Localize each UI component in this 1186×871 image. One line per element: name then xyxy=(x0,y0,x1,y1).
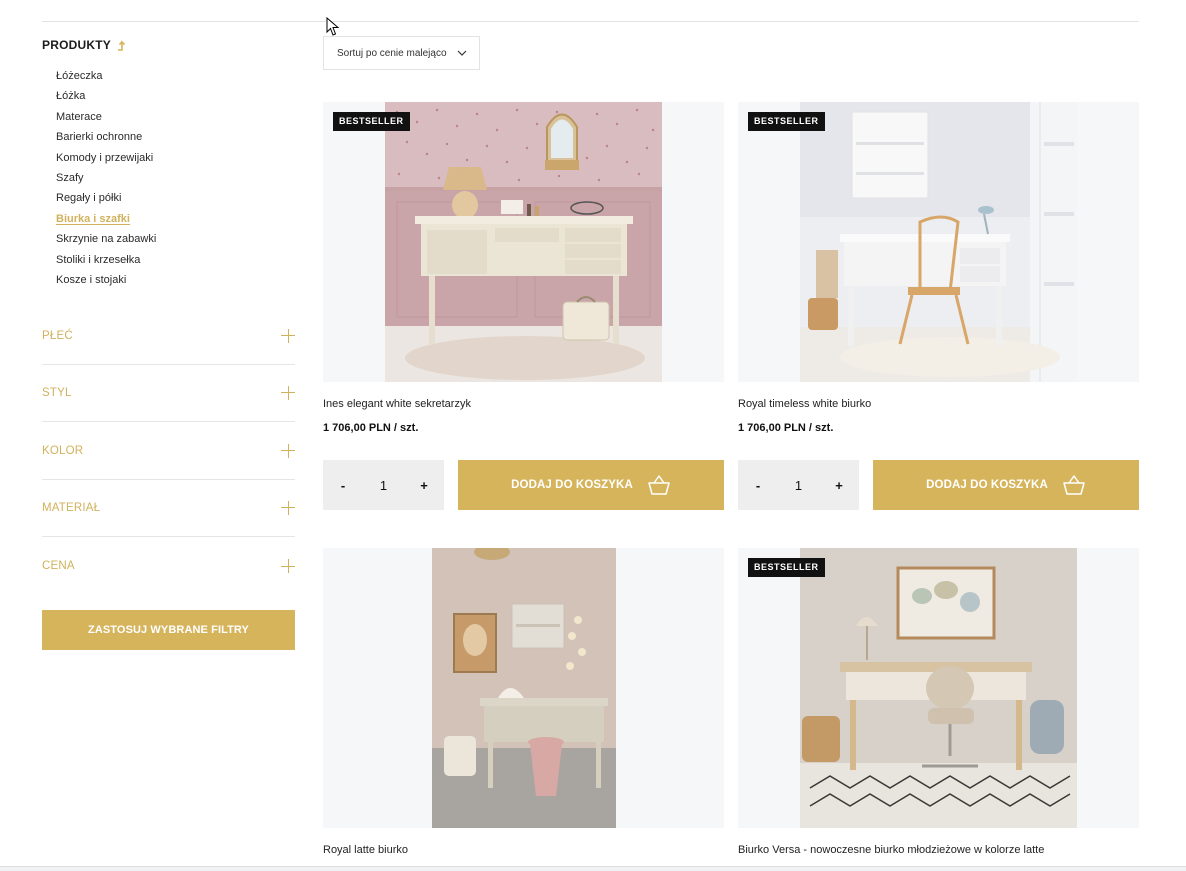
category-item-szafy[interactable]: Szafy xyxy=(56,168,295,188)
bottom-edge xyxy=(0,866,1186,871)
filter-kolor-label: KOLOR xyxy=(42,444,84,457)
add-to-cart-button[interactable]: DODAJ DO KOSZYKA xyxy=(873,460,1139,510)
basket-icon xyxy=(648,475,670,495)
filter-material[interactable]: MATERIAŁ xyxy=(42,479,295,537)
expand-plus-icon[interactable] xyxy=(281,385,295,400)
increase-quantity-button[interactable]: + xyxy=(833,478,845,493)
decrease-quantity-button[interactable]: - xyxy=(337,478,349,493)
product-card: BESTSELLER xyxy=(738,548,1139,858)
expand-plus-icon[interactable] xyxy=(281,443,295,458)
increase-quantity-button[interactable]: + xyxy=(418,478,430,493)
product-image[interactable] xyxy=(323,548,724,828)
product-actions: - 1 + DODAJ DO KOSZYKA xyxy=(738,460,1139,510)
decrease-quantity-button[interactable]: - xyxy=(752,478,764,493)
quantity-stepper: - 1 + xyxy=(738,460,859,510)
top-divider xyxy=(42,21,1139,22)
quantity-stepper: - 1 + xyxy=(323,460,444,510)
filter-cena[interactable]: CENA xyxy=(42,537,295,595)
product-price: 1 706,00 PLN / szt. xyxy=(738,422,834,434)
apply-filters-button[interactable]: ZASTOSUJ WYBRANE FILTRY xyxy=(42,610,295,650)
expand-plus-icon[interactable] xyxy=(281,328,295,343)
add-to-cart-label: DODAJ DO KOSZYKA xyxy=(926,479,1048,491)
bestseller-badge: BESTSELLER xyxy=(748,558,825,577)
mouse-cursor-icon xyxy=(326,17,340,36)
product-actions: - 1 + DODAJ DO KOSZYKA xyxy=(323,460,724,510)
product-card: BESTSELLER xyxy=(323,102,724,510)
category-item-skrzynie[interactable]: Skrzynie na zabawki xyxy=(56,229,295,249)
category-item-lozka[interactable]: Łóżka xyxy=(56,86,295,106)
product-price: 1 706,00 PLN / szt. xyxy=(323,422,419,434)
sort-select[interactable]: Sortuj po cenie malejąco xyxy=(323,36,480,70)
add-to-cart-label: DODAJ DO KOSZYKA xyxy=(511,479,633,491)
desk-photo-image xyxy=(432,548,616,828)
product-image[interactable]: BESTSELLER xyxy=(738,548,1139,828)
category-item-stoliki[interactable]: Stoliki i krzesełka xyxy=(56,250,295,270)
category-item-kosze[interactable]: Kosze i stojaki xyxy=(56,270,295,290)
products-heading[interactable]: PRODUKTY xyxy=(42,36,295,54)
category-item-regaly[interactable]: Regały i półki xyxy=(56,188,295,208)
category-item-lozeczka[interactable]: Łóżeczka xyxy=(56,66,295,86)
category-list: Łóżeczka Łóżka Materace Barierki ochronn… xyxy=(42,66,295,290)
chevron-down-icon xyxy=(457,50,467,56)
basket-icon xyxy=(1063,475,1085,495)
add-to-cart-button[interactable]: DODAJ DO KOSZYKA xyxy=(458,460,724,510)
sort-select-value: Sortuj po cenie malejąco xyxy=(337,47,447,59)
filter-plec[interactable]: PŁEĆ xyxy=(42,307,295,365)
bestseller-badge: BESTSELLER xyxy=(748,112,825,131)
filter-styl[interactable]: STYL xyxy=(42,364,295,422)
expand-plus-icon[interactable] xyxy=(281,500,295,515)
category-item-barierki[interactable]: Barierki ochronne xyxy=(56,127,295,147)
bestseller-badge: BESTSELLER xyxy=(333,112,410,131)
product-image[interactable]: BESTSELLER xyxy=(738,102,1139,382)
filter-plec-label: PŁEĆ xyxy=(42,329,73,342)
expand-plus-icon[interactable] xyxy=(281,559,295,573)
category-item-biurka-active[interactable]: Biurka i szafki xyxy=(56,209,295,229)
filter-material-label: MATERIAŁ xyxy=(42,501,101,514)
product-image[interactable]: BESTSELLER xyxy=(323,102,724,382)
quantity-value[interactable]: 1 xyxy=(380,478,387,493)
product-card: BESTSELLER xyxy=(738,102,1139,510)
product-name[interactable]: Ines elegant white sekretarzyk xyxy=(323,398,724,412)
product-name[interactable]: Royal timeless white biurko xyxy=(738,398,1139,412)
desk-photo-image xyxy=(385,102,662,382)
products-heading-label: PRODUKTY xyxy=(42,38,111,52)
filter-cena-label: CENA xyxy=(42,560,75,572)
category-item-komody[interactable]: Komody i przewijaki xyxy=(56,148,295,168)
product-card: Royal latte biurko xyxy=(323,548,724,858)
filter-sidebar: PRODUKTY Łóżeczka Łóżka Materace Barierk… xyxy=(42,36,295,650)
desk-photo-image xyxy=(800,548,1077,828)
product-name[interactable]: Biurko Versa - nowoczesne biurko młodzie… xyxy=(738,844,1139,858)
product-name[interactable]: Royal latte biurko xyxy=(323,844,724,858)
filter-styl-label: STYL xyxy=(42,386,72,399)
level-up-arrow-icon xyxy=(117,40,126,51)
quantity-value[interactable]: 1 xyxy=(795,478,802,493)
desk-photo-image xyxy=(800,102,1077,382)
category-item-materace[interactable]: Materace xyxy=(56,107,295,127)
filter-kolor[interactable]: KOLOR xyxy=(42,422,295,480)
